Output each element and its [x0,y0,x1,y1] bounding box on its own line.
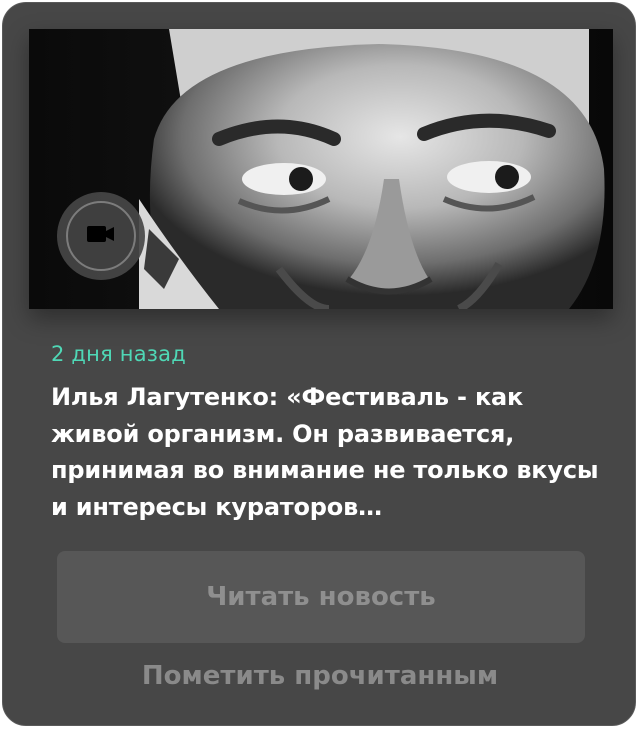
video-badge-button[interactable] [57,192,145,280]
video-badge-ring [66,201,136,271]
publish-time: 2 дня назад [51,342,186,366]
news-card: 2 дня назад Илья Лагутенко: «Фестиваль -… [2,2,636,726]
read-news-button[interactable]: Читать новость [57,551,585,643]
news-image[interactable] [29,29,613,309]
video-camera-icon [87,224,115,248]
news-headline[interactable]: Илья Лагутенко: «Фестиваль - как живой о… [51,379,599,525]
mark-as-read-link[interactable]: Пометить прочитанным [3,661,635,691]
